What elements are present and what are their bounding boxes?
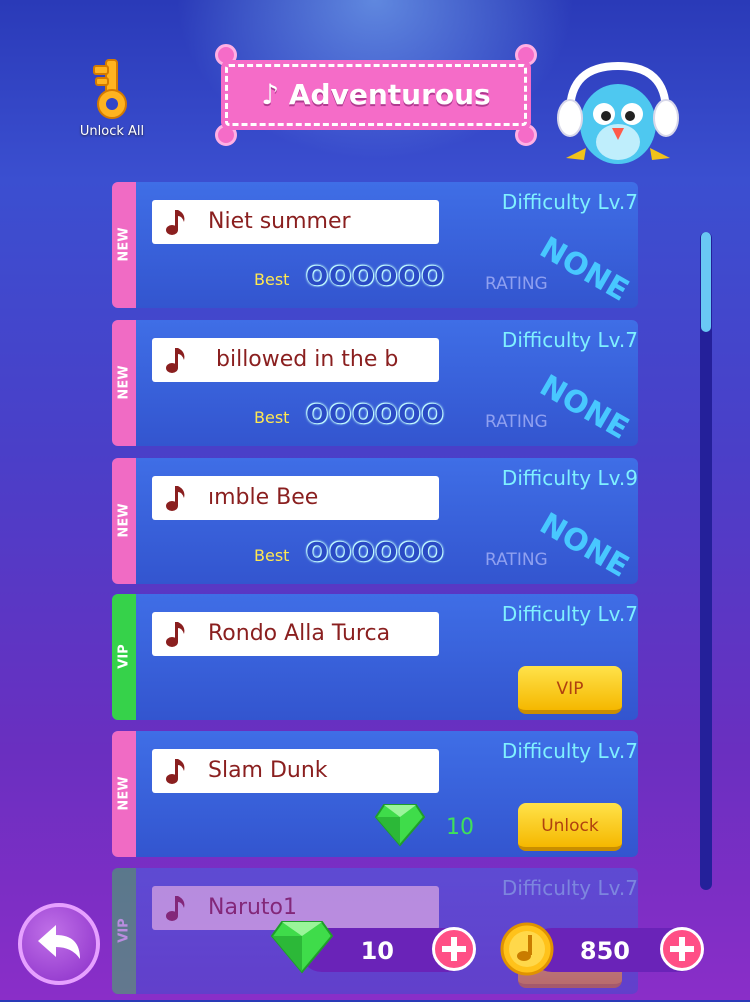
song-list[interactable]: NEW Niet summer Difficulty Lv.7 Best OOO…: [112, 182, 638, 1002]
rating-label: RATING: [485, 412, 548, 432]
add-gems-button[interactable]: [432, 927, 476, 971]
music-note-icon: ♪: [261, 78, 280, 111]
banner-peg: [515, 124, 537, 146]
song-name: billowed in the b: [216, 347, 399, 372]
unlock-all-button[interactable]: Unlock All: [76, 58, 148, 139]
rating-value: NONE: [533, 506, 635, 584]
music-note-icon: [166, 348, 185, 373]
tag-label: NEW: [116, 227, 132, 262]
song-card[interactable]: NEW Niet summer Difficulty Lv.7 Best OOO…: [112, 182, 638, 308]
rating-label: RATING: [485, 274, 548, 294]
coin-count: 850: [579, 937, 630, 965]
music-note-icon: [166, 759, 185, 784]
unlock-button[interactable]: Unlock: [518, 803, 622, 851]
song-name: Niet summer: [208, 209, 351, 234]
back-button[interactable]: [18, 903, 100, 985]
difficulty-label: Difficulty Lv.9: [501, 466, 638, 490]
gem-icon: [270, 921, 334, 974]
new-tag: NEW: [112, 320, 136, 446]
scrollbar[interactable]: [700, 232, 712, 890]
best-label: Best: [254, 408, 290, 427]
song-name-box: billowed in the b: [152, 338, 439, 382]
coin-icon: [500, 922, 554, 976]
song-card[interactable]: NEW ımble Bee Difficulty Lv.9 Best OOOOO…: [112, 458, 638, 584]
new-tag: NEW: [112, 458, 136, 584]
back-arrow-icon: [38, 925, 80, 959]
unlock-all-label: Unlock All: [79, 124, 145, 139]
song-name: Slam Dunk: [208, 758, 328, 783]
vip-tag: VIP: [112, 868, 136, 994]
best-score: OOOOOO: [306, 262, 445, 292]
difficulty-label: Difficulty Lv.7: [501, 190, 638, 214]
new-tag: NEW: [112, 182, 136, 308]
best-label: Best: [254, 546, 290, 565]
song-name-box: Niet summer: [152, 200, 439, 244]
difficulty-label: Difficulty Lv.7: [501, 876, 638, 900]
gem-icon: [374, 804, 426, 847]
song-name-box: Slam Dunk: [152, 749, 439, 793]
song-card[interactable]: NEW billowed in the b Difficulty Lv.7 Be…: [112, 320, 638, 446]
tag-label: NEW: [116, 365, 132, 400]
music-note-icon: [166, 896, 185, 921]
title-banner: ♪ Adventurous: [213, 44, 539, 146]
tag-label: NEW: [116, 776, 132, 811]
best-label: Best: [254, 270, 290, 289]
banner-peg: [515, 44, 537, 66]
difficulty-label: Difficulty Lv.7: [501, 328, 638, 352]
page-title: ♪ Adventurous: [213, 78, 539, 111]
page-title-text: Adventurous: [288, 78, 491, 111]
key-icon: [93, 59, 127, 119]
song-card[interactable]: NEW Slam Dunk Difficulty Lv.7 10 Unlock: [112, 731, 638, 857]
vip-button[interactable]: VIP: [518, 666, 622, 714]
music-note-icon: [166, 622, 185, 647]
gem-cost: 10: [446, 815, 474, 840]
best-score: OOOOOO: [306, 400, 445, 430]
best-score: OOOOOO: [306, 538, 445, 568]
song-card[interactable]: VIP Rondo Alla Turca Difficulty Lv.7 VIP: [112, 594, 638, 720]
rating-value: NONE: [533, 368, 635, 446]
tag-label: VIP: [116, 644, 132, 669]
plus-icon: [442, 937, 466, 961]
new-tag: NEW: [112, 731, 136, 857]
song-name-box: ımble Bee: [152, 476, 439, 520]
song-name: Naruto1: [208, 895, 298, 920]
bird-headphones-mascot: [557, 62, 679, 164]
song-name: Rondo Alla Turca: [208, 621, 391, 646]
difficulty-label: Difficulty Lv.7: [501, 602, 638, 626]
vip-tag: VIP: [112, 594, 136, 720]
banner-peg: [215, 124, 237, 146]
difficulty-label: Difficulty Lv.7: [501, 739, 638, 763]
gem-count: 10: [360, 937, 394, 965]
music-note-icon: [166, 210, 185, 235]
rating-value: NONE: [533, 230, 635, 308]
plus-icon: [670, 937, 694, 961]
tag-label: VIP: [116, 918, 132, 943]
scrollbar-thumb[interactable]: [701, 232, 711, 332]
song-name-box: Rondo Alla Turca: [152, 612, 439, 656]
add-coins-button[interactable]: [660, 927, 704, 971]
music-note-icon: [166, 486, 185, 511]
rating-label: RATING: [485, 550, 548, 570]
banner-peg: [215, 44, 237, 66]
song-name: ımble Bee: [208, 485, 319, 510]
tag-label: NEW: [116, 503, 132, 538]
